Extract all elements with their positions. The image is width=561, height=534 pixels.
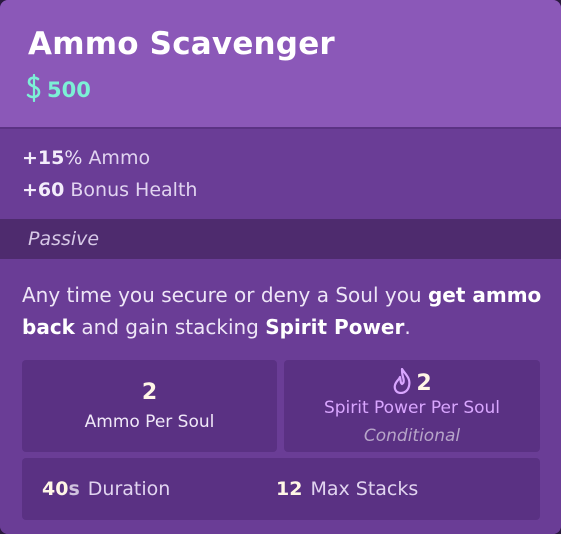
ammo-per-soul-label: Ammo Per Soul [84, 412, 215, 432]
stat-value: 15 [37, 147, 65, 169]
passive-stats-grid: 2 Ammo Per Soul 2 Spirit Power Per Soul … [22, 360, 540, 520]
duration-stacks-cell: 40s Duration 12 Max Stacks [22, 458, 540, 520]
stat-value: 60 [37, 179, 65, 201]
passive-label: Passive [28, 228, 100, 250]
duration-value: 40 [42, 478, 69, 500]
passive-header: Passive [0, 219, 561, 259]
item-stats: +15% Ammo +60 Bonus Health [0, 127, 561, 221]
passive-description: Any time you secure or deny a Soul you g… [22, 279, 542, 343]
item-title: Ammo Scavenger [28, 26, 335, 62]
max-stacks-label: Max Stacks [310, 478, 419, 500]
conditional-label: Conditional [363, 426, 461, 446]
desc-text: and gain stacking [74, 315, 266, 339]
spirit-power-per-soul-value: 2 [416, 370, 432, 396]
duration-label: Duration [87, 478, 171, 500]
item-cost-value: 500 [47, 78, 91, 102]
stat-sign: + [22, 179, 38, 201]
max-stacks-stat: 12 Max Stacks [276, 478, 418, 500]
max-stacks-value: 12 [276, 478, 303, 500]
ammo-per-soul-value: 2 [141, 380, 158, 405]
item-header: Ammo Scavenger 500 [0, 0, 561, 127]
ammo-per-soul-cell: 2 Ammo Per Soul [22, 360, 277, 452]
stat-label: Ammo [88, 147, 151, 169]
desc-highlight: Spirit Power [265, 315, 405, 339]
duration-stat: 40s Duration [42, 478, 170, 500]
souls-currency-icon [26, 73, 47, 107]
stat-sign: + [22, 147, 38, 169]
stat-ammo: +15% Ammo [22, 147, 150, 169]
stat-label: Bonus Health [70, 179, 198, 201]
item-tooltip-card: Ammo Scavenger 500 +15% Ammo +60 Bonus Hea… [0, 0, 561, 534]
stat-unit: % [64, 147, 83, 169]
desc-text: . [404, 315, 411, 339]
passive-body: Any time you secure or deny a Soul you g… [0, 259, 561, 534]
spirit-power-per-soul-cell: 2 Spirit Power Per Soul Conditional [284, 360, 540, 452]
desc-text: Any time you secure or deny a Soul you [22, 283, 428, 307]
spirit-power-per-soul-label: Spirit Power Per Soul [323, 398, 501, 418]
duration-unit: s [68, 478, 80, 500]
stat-bonus-health: +60 Bonus Health [22, 179, 197, 201]
spirit-power-value-row: 2 [284, 367, 540, 398]
item-cost: 500 [26, 73, 91, 107]
spirit-flame-icon [392, 367, 412, 398]
